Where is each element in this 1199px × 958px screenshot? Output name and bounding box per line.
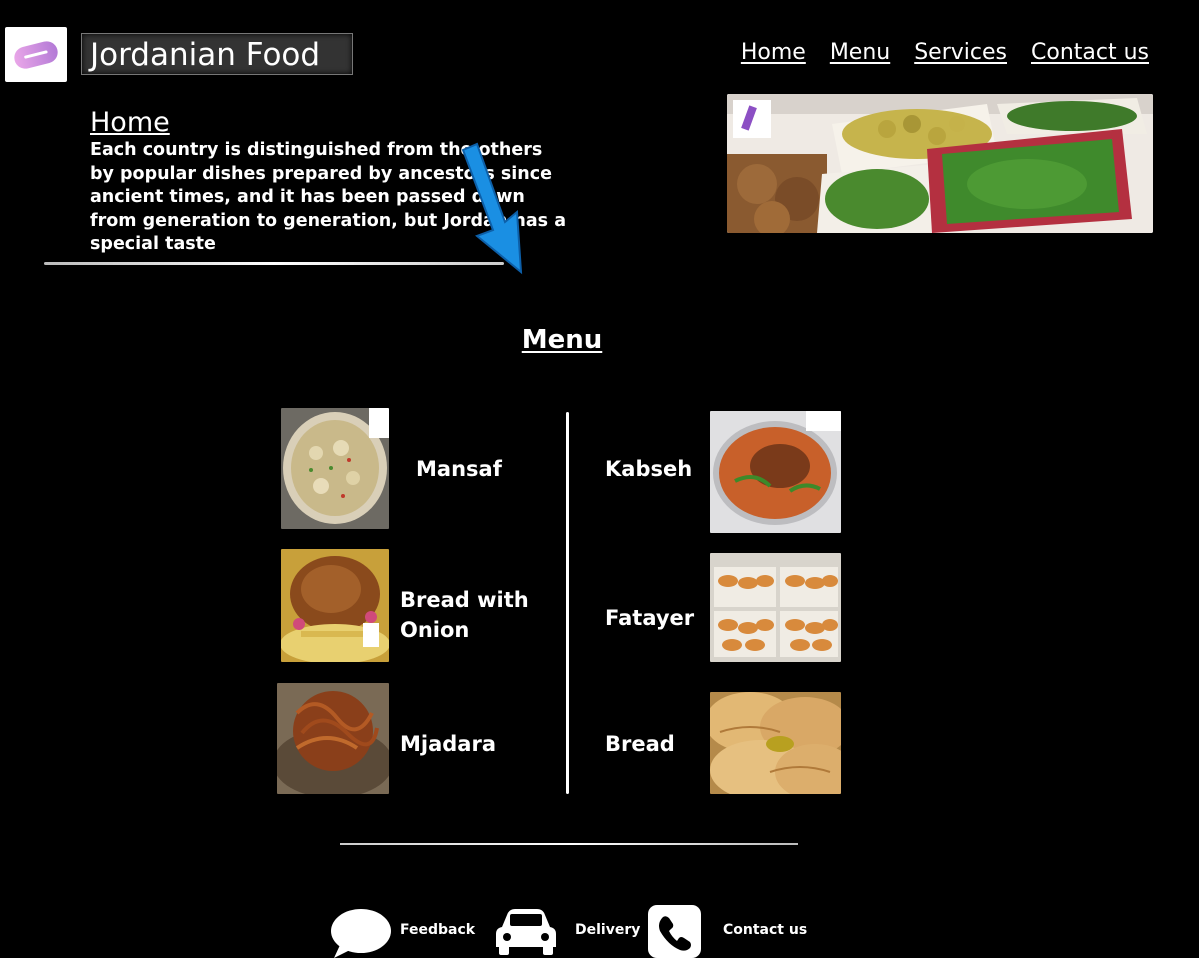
car-icon[interactable] bbox=[495, 907, 557, 955]
logo-pill-icon bbox=[11, 38, 61, 71]
dish-image-bread[interactable] bbox=[710, 692, 841, 794]
footer-delivery-link[interactable]: Delivery bbox=[575, 922, 640, 938]
dish-label-mjadara[interactable]: Mjadara bbox=[400, 729, 496, 759]
dish-image-mjadara[interactable] bbox=[277, 683, 389, 794]
dish-label-kabseh[interactable]: Kabseh bbox=[605, 454, 692, 484]
speech-bubble-icon[interactable] bbox=[330, 907, 392, 958]
nav-contact-us[interactable]: Contact us bbox=[1031, 40, 1149, 65]
footer-contact-link[interactable]: Contact us bbox=[723, 922, 807, 938]
nav-services[interactable]: Services bbox=[914, 40, 1007, 65]
menu-column-divider bbox=[566, 412, 569, 794]
dish-image-mansaf[interactable] bbox=[281, 408, 389, 529]
dish-image-fatayer[interactable] bbox=[710, 553, 841, 662]
dish-label-bread-with-onion[interactable]: Bread with Onion bbox=[400, 585, 540, 645]
menu-heading: Menu bbox=[521, 325, 603, 355]
footer-feedback-link[interactable]: Feedback bbox=[400, 922, 475, 938]
hero-food-image bbox=[727, 94, 1153, 233]
dish-image-bread-with-onion[interactable] bbox=[281, 549, 389, 662]
nav-home[interactable]: Home bbox=[741, 40, 806, 65]
blue-arrow-icon bbox=[461, 142, 523, 275]
site-title: Jordanian Food bbox=[81, 33, 353, 75]
dish-label-mansaf[interactable]: Mansaf bbox=[416, 454, 502, 484]
home-heading: Home bbox=[90, 107, 170, 138]
dish-label-fatayer[interactable]: Fatayer bbox=[605, 603, 694, 633]
dish-label-bread[interactable]: Bread bbox=[605, 729, 675, 759]
section-divider-bottom bbox=[340, 843, 798, 845]
phone-icon[interactable] bbox=[648, 905, 701, 958]
dish-image-kabseh[interactable] bbox=[710, 411, 841, 533]
main-nav: Home Menu Services Contact us bbox=[741, 40, 1149, 65]
nav-menu[interactable]: Menu bbox=[830, 40, 890, 65]
section-divider bbox=[44, 262, 504, 265]
site-logo bbox=[5, 27, 67, 82]
